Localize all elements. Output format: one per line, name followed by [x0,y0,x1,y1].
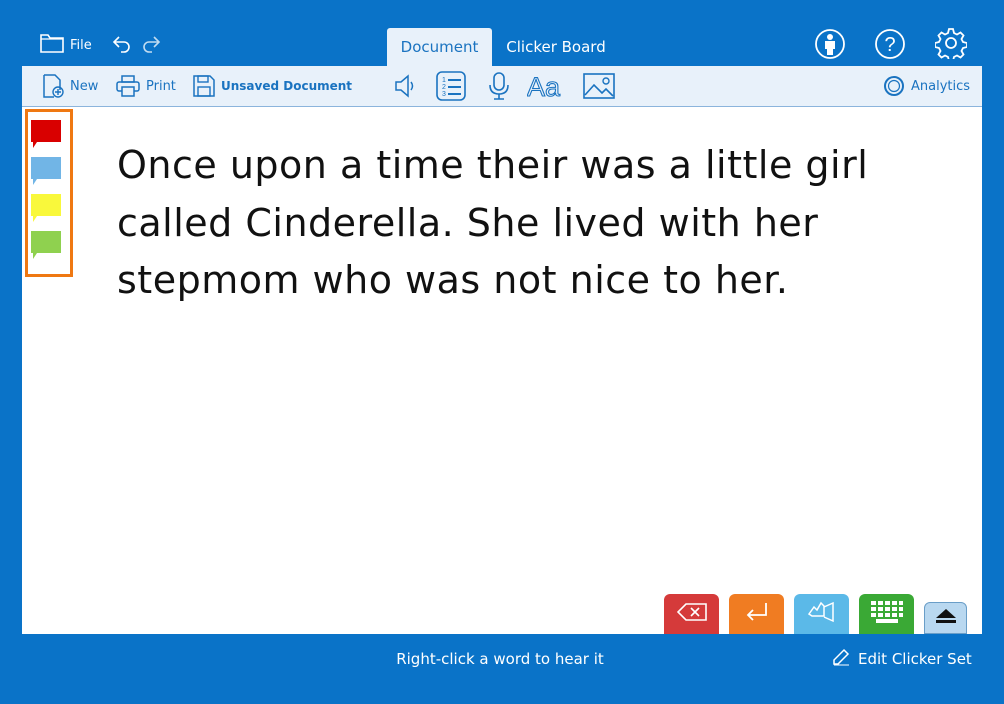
numbered-list-button[interactable]: 123 [436,66,466,106]
document-name: Unsaved Document [221,79,353,93]
enter-button[interactable] [729,594,784,634]
red-speech-bubble[interactable] [30,119,62,149]
file-label: File [70,37,92,53]
tab-clicker-board-label: Clicker Board [506,38,606,56]
image-button[interactable] [583,66,615,106]
edit-clicker-set-label: Edit Clicker Set [858,650,972,668]
microphone-icon [487,72,511,100]
backspace-icon [676,603,707,625]
new-document-icon [42,74,64,98]
svg-text:3: 3 [442,91,446,98]
save-document-button[interactable]: Unsaved Document [193,66,352,106]
pencil-icon [832,648,850,670]
collapse-button[interactable] [924,602,967,634]
analytics-ring-icon [883,75,905,97]
edit-clicker-set-button[interactable]: Edit Clicker Set [832,648,972,670]
document-line[interactable]: Once upon a time their was a little girl [117,137,897,195]
document-text[interactable]: Once upon a time their was a little girl… [117,137,897,310]
help-icon[interactable]: ? [874,28,906,60]
person-icon[interactable] [814,28,846,60]
enter-icon [744,602,770,626]
settings-gear-icon[interactable] [935,27,967,59]
file-menu-button[interactable]: File [40,33,92,57]
keyboard-icon [870,600,904,628]
tab-document-label: Document [400,38,479,56]
keyboard-button[interactable] [859,594,914,634]
folder-icon [40,33,64,57]
undo-icon[interactable] [112,34,132,54]
speak-button[interactable] [794,594,849,634]
green-speech-bubble[interactable] [30,230,62,260]
yellow-speech-bubble[interactable] [30,193,62,223]
svg-text:?: ? [884,34,895,56]
analytics-label: Analytics [911,78,971,94]
blue-speech-bubble[interactable] [30,156,62,186]
microphone-button[interactable] [487,66,511,106]
svg-text:2: 2 [442,84,446,91]
font-aa-icon: Aa [527,71,567,101]
document-line[interactable]: stepmom who was not nice to her. [117,252,897,310]
save-disk-icon [193,75,215,97]
tab-clicker-board[interactable]: Clicker Board [500,28,612,66]
svg-text:1: 1 [442,77,446,84]
eject-up-icon [935,608,957,628]
redo-icon[interactable] [141,34,161,54]
speaker-icon [394,74,418,98]
speaker-button[interactable] [394,66,418,106]
backspace-button[interactable] [664,594,719,634]
tab-document[interactable]: Document [387,28,492,66]
print-button[interactable]: Print [116,66,176,106]
image-icon [583,73,615,99]
printer-icon [116,75,140,97]
print-label: Print [146,78,176,94]
font-button[interactable]: Aa [527,66,567,106]
new-label: New [70,78,99,94]
numbered-list-icon: 123 [436,71,466,101]
svg-text:Aa: Aa [527,72,561,101]
new-document-button[interactable]: New [42,66,98,106]
analytics-button[interactable]: Analytics [883,66,970,106]
speaker-hand-icon [806,601,838,627]
status-hint: Right-click a word to hear it [396,650,604,668]
document-line[interactable]: called Cinderella. She lived with her [117,195,897,253]
